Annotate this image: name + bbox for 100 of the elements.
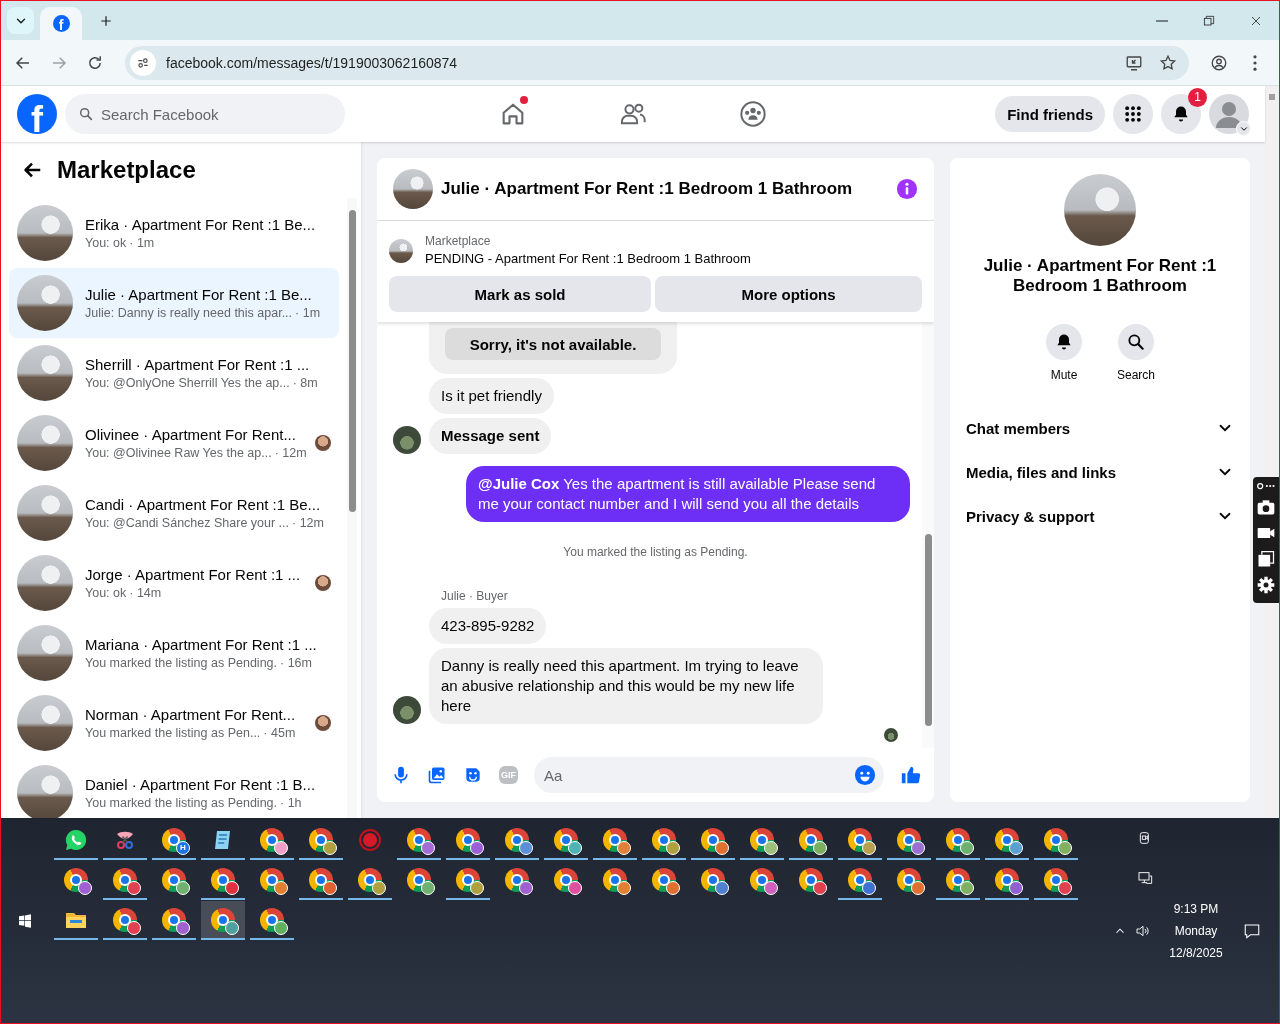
- account-menu-button[interactable]: [1236, 121, 1251, 136]
- search-field[interactable]: Search Facebook: [65, 94, 345, 134]
- message-bubble: @Julie Cox Yes the apartment is still available Please send me your contact number and I will send you all the details: [466, 466, 910, 522]
- profile-icon: [1210, 53, 1228, 72]
- minimize-icon: [1155, 19, 1168, 22]
- timestamp: · 16m: [280, 654, 312, 672]
- scrollbar[interactable]: [347, 198, 357, 818]
- message-preview: You marked the listing as Pen...: [85, 724, 261, 742]
- section-header[interactable]: Media, files and links: [950, 450, 1250, 494]
- listing-photo: [17, 485, 73, 541]
- photo-icon[interactable]: [427, 765, 447, 785]
- conversation-title: Norman · Apartment For Rent...: [85, 704, 297, 725]
- conversation-item[interactable]: Mariana · Apartment For Rent :1 ... You marked the listing as Pending. · 16m: [9, 618, 339, 688]
- message-bubble: Danny is really need this apartment. Im trying to leave an abusive relationship and this would be my new life here: [429, 648, 823, 724]
- search-icon: [1126, 332, 1146, 352]
- listing-action-button[interactable]: Mark as sold: [389, 276, 652, 312]
- avatar-icon[interactable]: [1209, 94, 1249, 134]
- taskbar-button[interactable]: H: [152, 821, 196, 860]
- install-icon[interactable]: [1125, 53, 1143, 72]
- groups-icon: [739, 100, 767, 128]
- notifications-button[interactable]: [1161, 94, 1201, 134]
- conversation-item[interactable]: Julie · Apartment For Rent :1 Be... Julie: Danny is really need this apar... · 1m: [9, 268, 339, 338]
- browser-tab[interactable]: f: [40, 7, 82, 40]
- settings-icon[interactable]: [1256, 575, 1276, 595]
- notification-count: 1: [1188, 88, 1207, 107]
- section-label: Chat members: [966, 419, 1071, 437]
- timestamp: · 1h: [280, 794, 302, 812]
- chat-bubble-icon: [64, 827, 88, 852]
- timestamp: · 8m: [292, 374, 318, 392]
- conversation-item[interactable]: Sherrill · Apartment For Rent :1 ... You: @OnlyOne Sherrill Yes the ap... · 8m: [9, 338, 339, 408]
- listing-photo: [17, 275, 73, 331]
- site-settings-icon[interactable]: [130, 49, 156, 76]
- info-button[interactable]: [896, 178, 918, 200]
- conversation-item[interactable]: Jorge · Apartment For Rent :1 ... You: ok · 14m: [9, 548, 339, 618]
- scrollbar[interactable]: [922, 322, 934, 748]
- taskbar-button[interactable]: [201, 901, 245, 940]
- address-bar[interactable]: facebook.com/messages/t/1919003062160874: [125, 45, 1189, 80]
- apps-menu-button[interactable]: [1113, 94, 1153, 134]
- conversation-title: Daniel · Apartment For Rent :1 B...: [85, 774, 317, 795]
- network-icon[interactable]: [1137, 870, 1153, 886]
- conversation-item[interactable]: Olivinee · Apartment For Rent... You: @Olivinee Raw Yes the ap... · 12m: [9, 408, 339, 478]
- thumbs-up-icon[interactable]: [900, 764, 922, 786]
- section-header[interactable]: Chat members: [950, 406, 1250, 450]
- star-icon[interactable]: [1159, 53, 1177, 72]
- message-preview: You: ok: [85, 234, 127, 252]
- message-bubble: Message sent: [429, 418, 552, 454]
- listing-photo: [17, 415, 73, 471]
- conversation-title: Jorge · Apartment For Rent :1 ...: [85, 564, 302, 585]
- conversation-title: Erika · Apartment For Rent :1 Be...: [85, 214, 317, 235]
- message-input[interactable]: Aa: [534, 757, 884, 793]
- listing-photo: [393, 169, 433, 209]
- url-text: facebook.com/messages/t/1919003062160874: [166, 54, 459, 71]
- more-icon: [1253, 54, 1257, 71]
- facebook-logo[interactable]: f: [17, 94, 57, 134]
- favicon: f: [52, 15, 70, 32]
- listing-photo: [17, 695, 73, 751]
- read-receipt-avatar: [884, 728, 898, 742]
- message-preview: You: ok: [85, 584, 127, 602]
- conversation-title: Julie · Apartment For Rent :1 Bedroom 1 Bathroom: [982, 256, 1218, 296]
- quick-reply-button[interactable]: Sorry, it's not available.: [445, 328, 661, 360]
- listing-photo: [17, 625, 73, 681]
- find-friends-button[interactable]: Find friends: [995, 96, 1105, 132]
- camera-icon[interactable]: [1256, 497, 1276, 517]
- chat-title: Julie · Apartment For Rent :1 Bedroom 1 Bathroom: [441, 179, 853, 199]
- mute-button[interactable]: [1046, 324, 1082, 360]
- record-icon: [358, 827, 382, 852]
- listing-photo: [17, 765, 73, 818]
- timestamp: · 12m: [274, 444, 307, 462]
- message-preview: You: @Olivinee Raw Yes the ap...: [85, 444, 272, 462]
- window-icon[interactable]: [1256, 549, 1276, 569]
- reload-icon: [86, 53, 104, 72]
- listing-action-button[interactable]: More options: [655, 276, 922, 312]
- sticker-icon[interactable]: [463, 765, 483, 785]
- section-label: Media, files and links: [966, 463, 1117, 481]
- microphone-icon[interactable]: [391, 765, 411, 785]
- notification-center-icon[interactable]: [1243, 922, 1261, 940]
- conversation-title: Sherrill · Apartment For Rent :1 ...: [85, 354, 311, 375]
- search-icon: [78, 106, 94, 122]
- clock[interactable]: 9:13 PM Monday 12/8/2025: [1165, 898, 1227, 964]
- listing-photo: [17, 345, 73, 401]
- conversation-item[interactable]: Norman · Apartment For Rent... You marked the listing as Pen... · 45m: [9, 688, 339, 758]
- message-bubble: 423-895-9282: [429, 608, 547, 644]
- listing-photo: [17, 555, 73, 611]
- listing-status: PENDING - Apartment For Rent :1 Bedroom 1 Bathroom: [425, 250, 751, 268]
- more-icon[interactable]: [1256, 481, 1276, 491]
- message-bubble: Is it pet friendly: [429, 378, 554, 414]
- section-label: Privacy & support: [966, 507, 1095, 525]
- conversation-item[interactable]: Daniel · Apartment For Rent :1 B... You marked the listing as Pending. · 1h: [9, 758, 339, 818]
- search-button[interactable]: [1118, 324, 1154, 360]
- speaker-icon[interactable]: [1135, 923, 1151, 939]
- conversation-title: Olivinee · Apartment For Rent...: [85, 424, 297, 445]
- timestamp: · 1m: [129, 234, 155, 252]
- section-header[interactable]: Privacy & support: [950, 494, 1250, 538]
- listing-photo: [389, 238, 413, 263]
- timestamp: · 45m: [263, 724, 296, 742]
- emoji-icon[interactable]: [854, 764, 876, 786]
- message-preview: You marked the listing as Pending.: [85, 794, 278, 812]
- conversation-item[interactable]: Candi · Apartment For Rent :1 Be... You: @Candi Sánchez Share your ... · 12m: [9, 478, 339, 548]
- conversation-item[interactable]: Erika · Apartment For Rent :1 Be... You: ok · 1m: [9, 198, 339, 268]
- message-preview: Julie: Danny is really need this apar...: [85, 304, 293, 322]
